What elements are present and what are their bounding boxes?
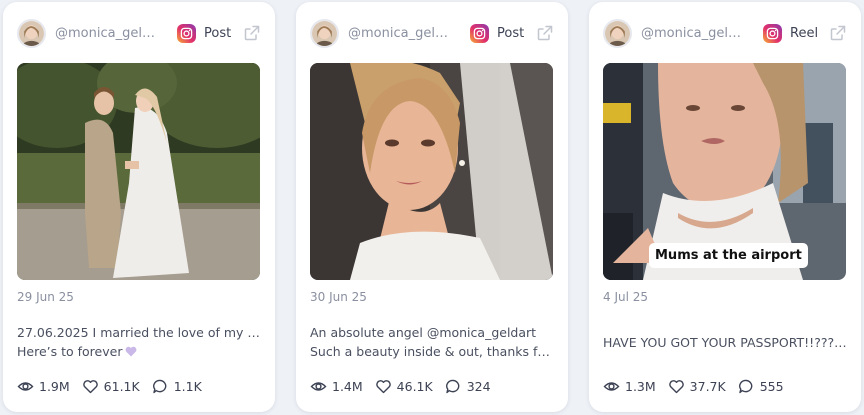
comment-icon xyxy=(445,379,460,394)
views-stat: 1.4M xyxy=(310,378,363,395)
post-caption: 27.06.2025 I married the love of my life… xyxy=(17,323,261,361)
post-stats: 1.4M 46.1K 324 xyxy=(310,378,503,395)
avatar[interactable] xyxy=(310,18,339,48)
likes-count: 61.1K xyxy=(103,379,140,394)
caption-line: HAVE YOU GOT YOUR PASSPORT!!???!?! xyxy=(603,335,847,350)
post-caption: An absolute angel @monica_geldart Such a… xyxy=(310,323,554,361)
card-header: @monica_geldart Reel xyxy=(603,18,847,48)
external-link-icon[interactable] xyxy=(536,24,554,42)
eye-icon xyxy=(310,382,327,391)
caption-line: Here’s to forever xyxy=(17,344,123,359)
likes-stat: 46.1K xyxy=(375,378,433,395)
comments-count: 324 xyxy=(466,379,491,394)
comment-icon xyxy=(152,379,167,394)
post-stats: 1.3M 37.7K 555 xyxy=(603,378,796,395)
external-link-icon[interactable] xyxy=(243,24,261,42)
post-type-label: Reel xyxy=(790,25,819,41)
likes-count: 46.1K xyxy=(396,379,433,394)
heart-icon xyxy=(668,380,684,394)
comment-icon xyxy=(738,379,753,394)
avatar[interactable] xyxy=(17,18,46,48)
media-overlay-text: Mums at the airport xyxy=(649,243,808,268)
account-handle[interactable]: @monica_geldart xyxy=(641,26,749,41)
comments-stat: 324 xyxy=(445,378,491,395)
post-type-label: Post xyxy=(204,25,232,41)
post-media[interactable] xyxy=(310,63,553,280)
post-date: 4 Jul 25 xyxy=(603,290,649,304)
post-card[interactable]: @monica_geldart Post 29 Jun 25 27.06.202… xyxy=(3,2,275,412)
post-card[interactable]: @monica_geldart Post 30 Jun 25 An absolu… xyxy=(296,2,568,412)
comments-count: 1.1K xyxy=(173,379,202,394)
comments-stat: 1.1K xyxy=(152,378,202,395)
post-caption: HAVE YOU GOT YOUR PASSPORT!!???!?! xyxy=(603,333,847,352)
post-media[interactable]: Mums at the airport xyxy=(603,63,846,280)
views-count: 1.4M xyxy=(332,379,363,394)
likes-count: 37.7K xyxy=(689,379,726,394)
caption-line: 27.06.2025 I married the love of my life… xyxy=(17,325,261,340)
avatar[interactable] xyxy=(603,18,632,48)
post-date: 29 Jun 25 xyxy=(17,290,74,304)
instagram-icon xyxy=(177,23,196,43)
views-count: 1.9M xyxy=(39,379,70,394)
comments-count: 555 xyxy=(759,379,784,394)
heart-icon xyxy=(375,380,391,394)
post-date: 30 Jun 25 xyxy=(310,290,367,304)
caption-line: Such a beauty inside & out, thanks for… xyxy=(310,344,554,359)
views-stat: 1.3M xyxy=(603,378,656,395)
views-count: 1.3M xyxy=(625,379,656,394)
wedding-photo xyxy=(17,63,260,280)
external-link-icon[interactable] xyxy=(829,24,847,42)
post-media[interactable] xyxy=(17,63,260,280)
card-header: @monica_geldart Post xyxy=(310,18,554,48)
instagram-icon xyxy=(470,23,489,43)
likes-stat: 37.7K xyxy=(668,378,726,395)
caption-line: An absolute angel @monica_geldart xyxy=(310,325,537,340)
views-stat: 1.9M xyxy=(17,378,70,395)
account-handle[interactable]: @monica_geldart xyxy=(348,26,456,41)
instagram-icon xyxy=(763,23,782,43)
account-handle[interactable]: @monica_geldart xyxy=(55,26,163,41)
heart-icon xyxy=(82,380,98,394)
post-stats: 1.9M 61.1K 1.1K xyxy=(17,378,214,395)
likes-stat: 61.1K xyxy=(82,378,140,395)
bridal-portrait-photo xyxy=(310,63,553,280)
eye-icon xyxy=(603,382,620,391)
post-card[interactable]: @monica_geldart Reel Mums at the airport… xyxy=(589,2,861,412)
card-header: @monica_geldart Post xyxy=(17,18,261,48)
post-type-label: Post xyxy=(497,25,525,41)
purple-heart-icon xyxy=(126,346,137,357)
eye-icon xyxy=(17,382,34,391)
comments-stat: 555 xyxy=(738,378,784,395)
